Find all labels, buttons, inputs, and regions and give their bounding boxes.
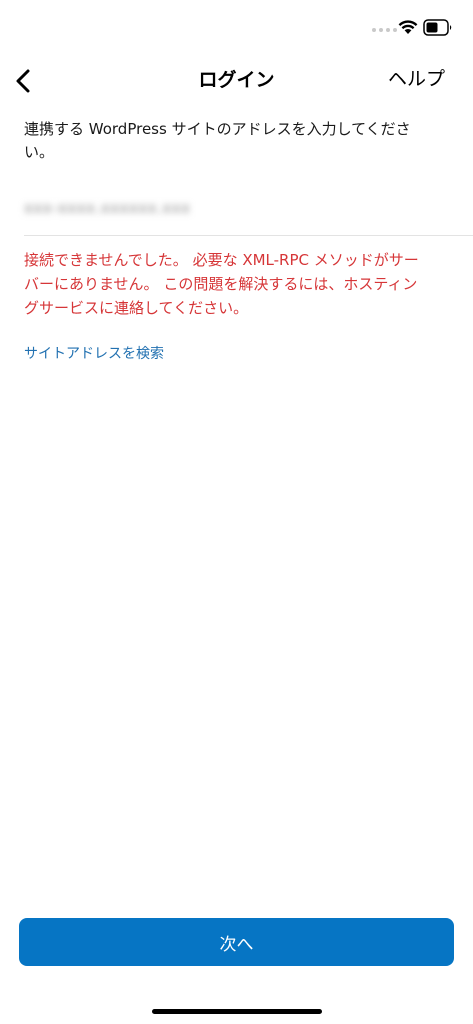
navigation-bar: ログイン ヘルプ bbox=[0, 56, 473, 104]
connection-error-message: 接続できませんでした。 必要な XML-RPC メソッドがサーバーにありません。… bbox=[24, 251, 419, 317]
login-screen: ログイン ヘルプ 連携する WordPress サイトのアドレスを入力してくださ… bbox=[0, 0, 473, 1024]
signal-icon bbox=[372, 28, 397, 32]
wifi-icon bbox=[398, 20, 418, 34]
home-indicator bbox=[152, 1009, 322, 1014]
site-address-instructions: 連携する WordPress サイトのアドレスを入力してください。 bbox=[24, 120, 411, 161]
status-bar bbox=[0, 0, 473, 56]
battery-icon bbox=[423, 19, 452, 36]
find-site-address-link[interactable]: サイトアドレスを検索 bbox=[24, 344, 164, 364]
site-address-value: xxx-xxxx.xxxxxx.xxx bbox=[24, 199, 191, 217]
help-button[interactable]: ヘルプ bbox=[388, 67, 445, 91]
site-address-input[interactable]: xxx-xxxx.xxxxxx.xxx bbox=[24, 190, 473, 236]
next-button[interactable]: 次へ bbox=[19, 918, 454, 966]
